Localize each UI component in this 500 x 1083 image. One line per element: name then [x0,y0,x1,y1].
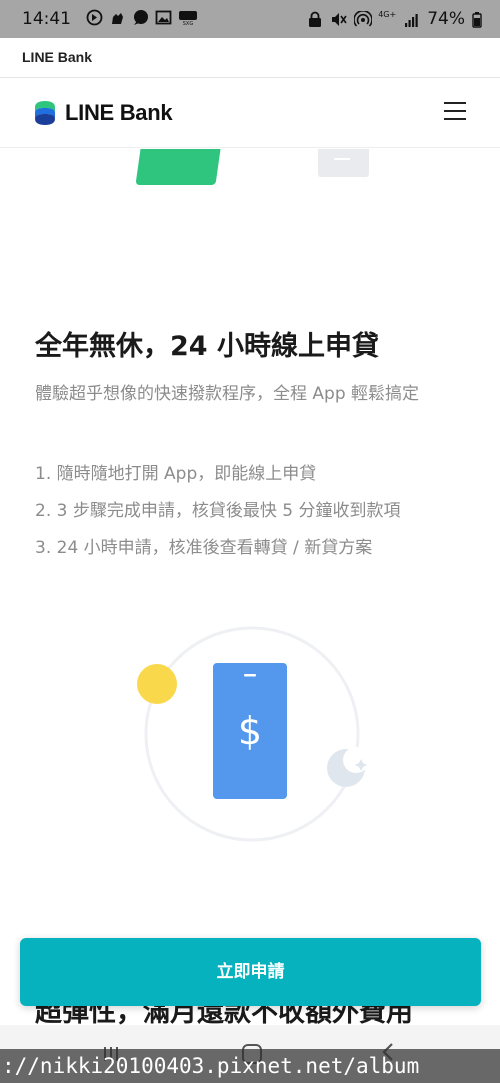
sync-icon [86,9,103,26]
signal-icon [403,11,420,28]
battery-icon [472,11,482,28]
network-type-label: 4G+ [378,9,397,19]
status-time: 14:41 [22,9,71,29]
feature-item: 3. 24 小時申請，核准後查看轉貸 / 新貸方案 [35,538,373,558]
lock-icon [306,11,323,28]
mute-icon [330,11,347,28]
status-notification-icons: SXG [86,9,197,27]
feature-item: 2. 3 步驟完成申請，核貸後最快 5 分鐘收到款項 [35,501,401,521]
dollar-sign: $ [238,709,262,753]
site-logo[interactable]: LINE Bank [33,99,173,127]
feature-item: 1. 隨時隨地打開 App，即能線上申貸 [35,464,317,484]
status-bar: 14:41 SXG 4G+ 74% [0,0,500,38]
status-system-icons: 4G+ 74% [306,9,482,29]
card-illustration-green [135,149,221,185]
sxg-icon: SXG [178,9,197,27]
sun-icon [137,664,177,704]
chat-icon [132,9,149,26]
phone-money-illustration: $ [137,626,369,842]
moon-icon [327,747,369,787]
watermark: ://nikki20100403.pixnet.net/album [0,1049,500,1083]
browser-title-bar: LINE Bank [0,38,500,78]
hand-icon [109,9,126,26]
section-description: 體驗超乎想像的快速撥款程序，全程 App 輕鬆搞定 [35,384,420,404]
hamburger-icon [444,102,466,104]
network-icon: 4G+ [378,9,397,28]
svg-text:SXG: SXG [183,21,194,26]
line-bank-logo-icon [35,101,55,125]
logo-text: LINE Bank [65,100,173,125]
apply-now-button[interactable]: 立即申請 [20,938,481,1006]
browser-page-title: LINE Bank [22,49,93,65]
battery-percent: 74% [427,9,465,29]
hotspot-icon [353,9,373,28]
card-illustration-grey [318,149,369,177]
site-header: LINE Bank [0,78,500,148]
section-title: 全年無休，24 小時線上申貸 [35,331,379,362]
hamburger-menu-button[interactable] [444,102,468,122]
feature-list: 1. 隨時隨地打開 App，即能線上申貸 2. 3 步驟完成申請，核貸後最快 5… [35,456,400,567]
image-icon [155,9,172,26]
